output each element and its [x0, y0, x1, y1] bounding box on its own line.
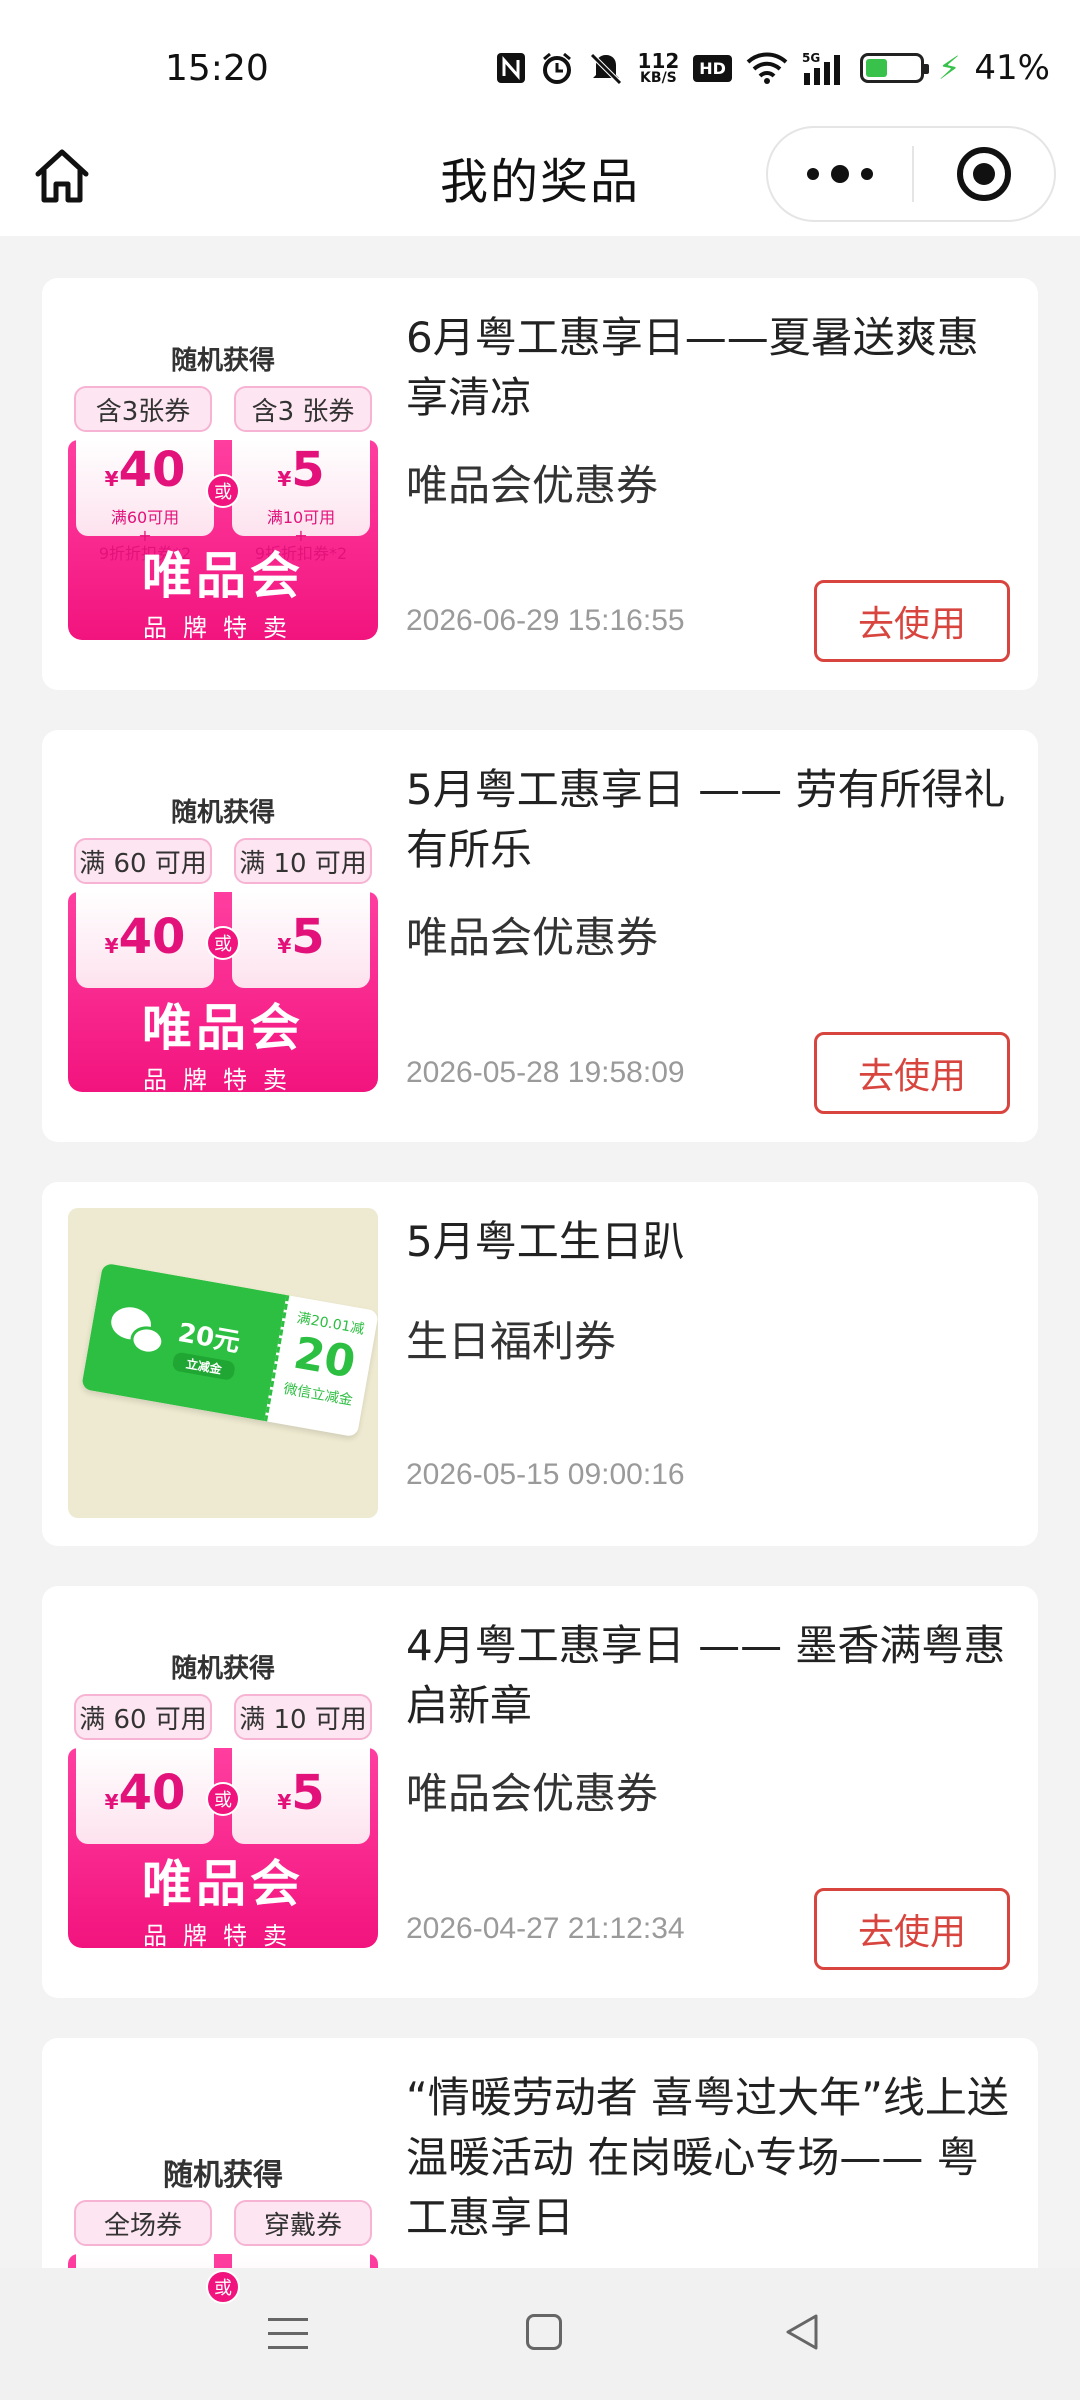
mini-program-capsule — [766, 126, 1056, 222]
recent-apps-button[interactable] — [268, 2318, 308, 2360]
vip-chip-right: 含3 张券 — [234, 386, 372, 432]
prize-thumbnail: 随机获得 满 60 可用 满 10 可用 ¥40 ¥5 或 唯品会 品牌特卖 — [68, 1638, 378, 1948]
vip-brand-logo: 唯品会 — [142, 999, 304, 1057]
prize-title: 4月粤工惠享日 —— 墨香满粤惠启新章 — [406, 1621, 1006, 1730]
nav-bar: 我的奖品 — [0, 112, 1080, 236]
prize-card[interactable]: 随机获得 满 60 可用 满 10 可用 ¥40 ¥5 或 — [42, 1586, 1038, 1998]
alarm-icon — [540, 51, 574, 85]
home-nav-button[interactable] — [526, 2314, 562, 2350]
wechat-logo-icon — [106, 1304, 172, 1363]
vip-or-badge: 或 — [206, 474, 240, 508]
battery-icon — [859, 53, 929, 83]
nfc-icon — [496, 52, 526, 84]
prize-thumbnail: 随机获得 含3张券 含3 张券 ¥40 满60可用 + 9折折扣券*2 ¥5 满… — [68, 330, 378, 640]
signal-icon: 5G — [802, 51, 846, 85]
wechat-ticket-value: 20元 — [175, 1317, 243, 1358]
prize-subtitle: 唯品会优惠券 — [406, 461, 659, 510]
prize-thumbnail: 随机获得 满 60 可用 满 10 可用 ¥40 ¥5 或 唯品会 品牌特卖 — [68, 782, 378, 1092]
wechat-coupon-image: 20元 立减金 满20.01减 20 微信立减金 — [68, 1208, 378, 1518]
vip-chip-right: 穿戴券 — [234, 2200, 372, 2246]
vip-chip-left: 全场券 — [74, 2200, 212, 2246]
vip-brand-tagline: 品牌特卖 — [143, 1922, 303, 1948]
vip-brand-logo: 唯品会 — [142, 1855, 304, 1913]
status-bar: 15:20 112 KB/S HD 5G ⚡ 41% — [0, 0, 1080, 130]
vip-coupon-left: ¥40 满60可用 + 9折折扣券*2 — [76, 440, 214, 563]
vip-coupon-right: ¥5 满10可用 + 9折折扣券*2 — [232, 440, 370, 563]
network-speed: 112 KB/S — [637, 49, 680, 86]
prize-date: 2026-04-27 21:12:34 — [406, 1912, 685, 1945]
vip-thumb-heading: 随机获得 — [170, 798, 275, 828]
battery-level — [865, 59, 887, 77]
prize-title: 5月粤工生日趴 — [406, 1217, 685, 1266]
prize-date: 2026-05-28 19:58:09 — [406, 1056, 685, 1089]
wifi-icon — [746, 52, 788, 84]
vip-coupon-image: 随机获得 满 60 可用 满 10 可用 ¥40 ¥5 或 唯品会 品牌特卖 — [68, 782, 378, 1092]
prize-subtitle: 唯品会优惠券 — [406, 913, 659, 962]
vip-thumb-heading: 随机获得 — [170, 346, 275, 376]
status-time: 15:20 — [165, 48, 269, 89]
prize-title: 6月粤工惠享日——夏暑送爽惠享清凉 — [406, 313, 979, 422]
system-nav-bar — [0, 2268, 1080, 2400]
vip-chip-left: 含3张券 — [74, 386, 212, 432]
close-mini-program-button[interactable] — [914, 147, 1054, 201]
prize-thumbnail: 20元 立减金 满20.01减 20 微信立减金 — [68, 1208, 378, 1518]
status-icons: 112 KB/S HD 5G ⚡ 41% — [496, 46, 1050, 90]
vip-chip-right: 满 10 可用 — [234, 838, 372, 884]
vip-brand-logo: 唯品会 — [142, 547, 304, 605]
use-button[interactable]: 去使用 — [814, 580, 1010, 662]
vip-or-badge: 或 — [206, 2270, 240, 2304]
prize-date: 2026-06-29 15:16:55 — [406, 604, 685, 637]
hd-badge: HD — [693, 54, 732, 82]
vip-or-badge: 或 — [206, 1782, 240, 1816]
vip-brand-tagline: 品牌特卖 — [143, 1066, 303, 1092]
vip-coupon-right: ¥5 — [232, 1748, 370, 1844]
use-button[interactable]: 去使用 — [814, 1888, 1010, 1970]
vip-coupon-image: 随机获得 满 60 可用 满 10 可用 ¥40 ¥5 或 唯品会 品牌特卖 — [68, 1638, 378, 1948]
vip-chip-right: 满 10 可用 — [234, 1694, 372, 1740]
more-dot-icon — [807, 168, 819, 180]
prize-card[interactable]: 随机获得 满 60 可用 满 10 可用 ¥40 ¥5 或 — [42, 730, 1038, 1142]
prize-card[interactable]: 随机获得 含3张券 含3 张券 ¥40 满60可用 + 9折折扣券*2 ¥5 满… — [42, 278, 1038, 690]
vip-chip-left: 满 60 可用 — [74, 1694, 212, 1740]
more-button[interactable] — [768, 128, 912, 220]
prize-subtitle: 唯品会优惠券 — [406, 1769, 659, 1818]
battery-percent: 41% — [974, 48, 1050, 88]
vip-brand-tagline: 品牌特卖 — [143, 614, 303, 640]
target-icon — [957, 147, 1011, 201]
vip-coupon-image: 随机获得 含3张券 含3 张券 ¥40 满60可用 + 9折折扣券*2 ¥5 满… — [68, 330, 378, 640]
prize-list: 随机获得 含3张券 含3 张券 ¥40 满60可用 + 9折折扣券*2 ¥5 满… — [42, 278, 1038, 2400]
more-dot-icon — [861, 168, 873, 180]
vip-coupon-right: ¥5 — [232, 892, 370, 988]
mute-icon — [588, 51, 624, 85]
vip-or-badge: 或 — [206, 926, 240, 960]
prize-subtitle: 生日福利券 — [406, 1317, 617, 1366]
prize-card[interactable]: 20元 立减金 满20.01减 20 微信立减金 5月粤工生日趴 生日福利券 2… — [42, 1182, 1038, 1546]
use-button[interactable]: 去使用 — [814, 1032, 1010, 1114]
wechat-ticket: 20元 立减金 满20.01减 20 微信立减金 — [81, 1262, 378, 1438]
network-type-label: 5G — [802, 51, 820, 65]
vip-thumb-heading: 随机获得 — [170, 1654, 275, 1684]
prize-title: “情暖劳动者 喜粤过大年”线上送温暖活动 在岗暖心专场—— 粤工惠享日 — [406, 2073, 1009, 2242]
prize-date: 2026-05-15 09:00:16 — [406, 1458, 685, 1491]
vip-coupon-left: ¥40 — [76, 1748, 214, 1844]
back-triangle-icon — [786, 2314, 818, 2350]
vip-chip-left: 满 60 可用 — [74, 838, 212, 884]
more-dot-icon — [831, 165, 849, 183]
charging-icon: ⚡ — [937, 49, 961, 87]
back-button[interactable] — [782, 2312, 822, 2352]
vip-coupon-left: ¥40 — [76, 892, 214, 988]
prize-title: 5月粤工惠享日 —— 劳有所得礼有所乐 — [406, 765, 1006, 874]
vip-thumb-heading: 随机获得 — [163, 2158, 283, 2193]
